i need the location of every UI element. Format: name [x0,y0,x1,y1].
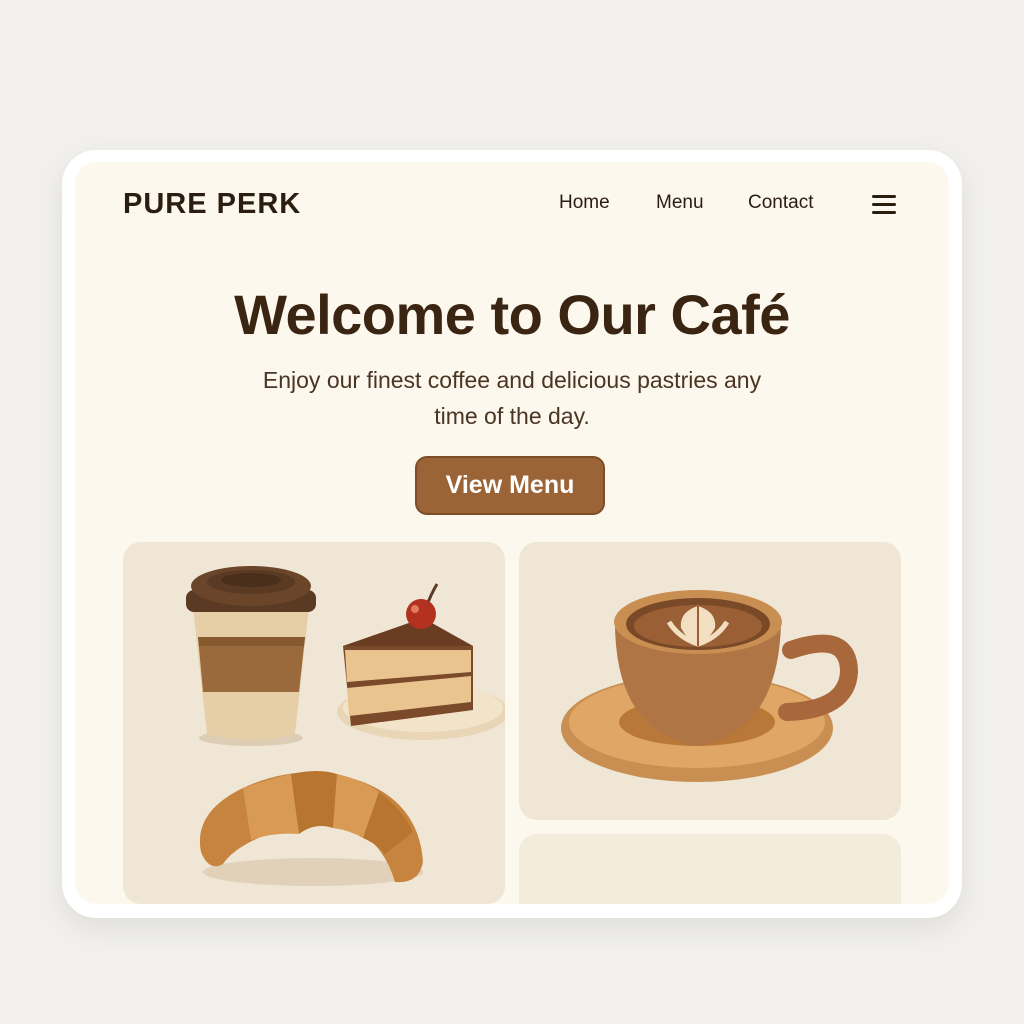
latte-cup-illustration [519,542,901,820]
latte-cup-image [561,590,859,782]
nav-contact[interactable]: Contact [748,192,813,214]
hamburger-line [872,203,896,206]
hero-title: Welcome to Our Café [234,283,790,346]
coffee-cake-croissant-illustration [123,542,505,904]
nav-home[interactable]: Home [559,192,610,214]
nav-menu[interactable]: Menu [656,192,704,214]
partial-image-card [519,834,901,904]
coffee-cake-croissant-image [186,566,505,886]
hamburger-menu-icon[interactable] [872,195,896,215]
hamburger-line [872,195,896,198]
brand-logo[interactable]: PURE PERK [123,188,301,221]
hero-subtitle: Enjoy our finest coffee and delicious pa… [262,367,762,429]
hamburger-line [872,211,896,214]
view-menu-button[interactable]: View Menu [415,456,605,515]
cafe-website-screen: PURE PERK Home Menu Contact Welcome to O… [75,162,949,904]
